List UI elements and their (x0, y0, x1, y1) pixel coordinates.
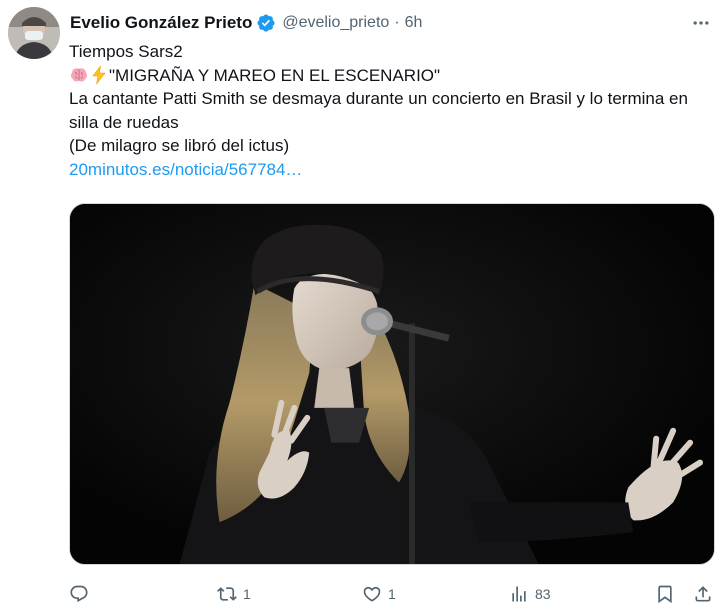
brain-emoji-icon (69, 65, 89, 85)
more-dots-icon (693, 21, 709, 25)
tweet-line-4: (De milagro se libró del ictus) (69, 136, 290, 155)
tweet-text: Tiempos Sars2 "MIGRAÑA Y MAREO EN EL ESC… (69, 40, 719, 181)
views-button[interactable]: 83 (509, 580, 551, 608)
tweet-media-image[interactable] (69, 203, 715, 565)
tweet-headline: "MIGRAÑA Y MAREO EN EL ESCENARIO" (109, 65, 441, 85)
tweet-line-1: Tiempos Sars2 (69, 42, 183, 61)
tweet-line-2: "MIGRAÑA Y MAREO EN EL ESCENARIO" (69, 64, 719, 88)
share-icon (695, 586, 711, 602)
tweet-actions: 1 1 83 (69, 580, 719, 608)
retweet-count: 1 (243, 586, 251, 602)
retweet-icon (217, 587, 237, 601)
concert-photo (70, 204, 714, 564)
author-handle[interactable]: @evelio_prieto (282, 14, 389, 32)
share-button[interactable] (693, 580, 713, 608)
article-link[interactable]: 20minutos.es/noticia/567784… (69, 160, 302, 179)
tweet-timestamp[interactable]: 6h (405, 14, 423, 32)
like-count: 1 (388, 586, 396, 602)
avatar[interactable] (8, 7, 60, 59)
reply-button[interactable] (69, 580, 95, 608)
author-display-name[interactable]: Evelio González Prieto (70, 13, 252, 33)
retweet-button[interactable]: 1 (217, 580, 251, 608)
heart-icon (363, 586, 381, 602)
tweet-line-3: La cantante Patti Smith se desmaya duran… (69, 89, 688, 132)
lightning-emoji-icon (89, 65, 109, 85)
bookmark-button[interactable] (655, 580, 675, 608)
like-button[interactable]: 1 (362, 580, 396, 608)
views-count: 83 (535, 586, 551, 602)
tweet-header: Evelio González Prieto @evelio_prieto · … (70, 12, 422, 34)
separator-dot: · (394, 14, 400, 31)
bookmark-icon (658, 585, 672, 604)
more-options-button[interactable] (686, 10, 716, 36)
verified-badge-icon (256, 13, 276, 33)
reply-icon (70, 585, 88, 603)
user-avatar-image (8, 7, 60, 59)
views-chart-icon (512, 586, 526, 602)
